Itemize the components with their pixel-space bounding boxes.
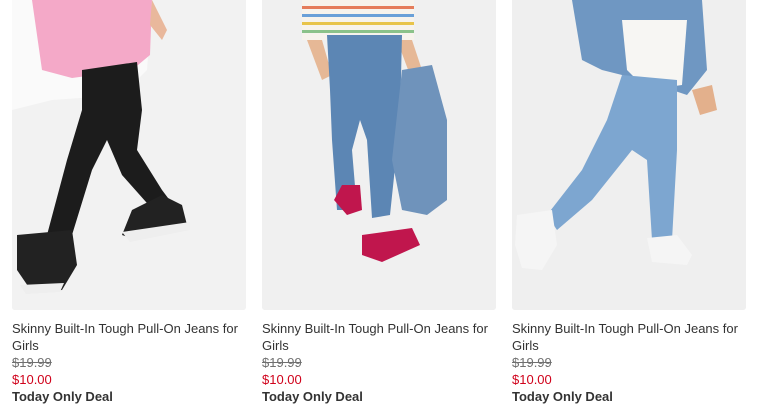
sale-price: $10.00 [512, 372, 552, 387]
deal-badge: Today Only Deal [12, 389, 113, 404]
original-price: $19.99 [512, 355, 552, 370]
original-price: $19.99 [262, 355, 302, 370]
product-grid: Skinny Built-In Tough Pull-On Jeans for … [0, 0, 766, 416]
sale-price: $10.00 [12, 372, 52, 387]
sale-price: $10.00 [262, 372, 302, 387]
product-title[interactable]: Skinny Built-In Tough Pull-On Jeans for … [512, 320, 746, 354]
original-price: $19.99 [12, 355, 52, 370]
product-card[interactable]: Skinny Built-In Tough Pull-On Jeans for … [12, 0, 246, 416]
deal-badge: Today Only Deal [512, 389, 613, 404]
product-card[interactable]: Skinny Built-In Tough Pull-On Jeans for … [512, 0, 746, 416]
product-title[interactable]: Skinny Built-In Tough Pull-On Jeans for … [262, 320, 496, 354]
product-image[interactable] [12, 0, 246, 310]
product-image[interactable] [262, 0, 496, 310]
deal-badge: Today Only Deal [262, 389, 363, 404]
product-image[interactable] [512, 0, 746, 310]
product-title[interactable]: Skinny Built-In Tough Pull-On Jeans for … [12, 320, 246, 354]
product-card[interactable]: Skinny Built-In Tough Pull-On Jeans for … [262, 0, 496, 416]
